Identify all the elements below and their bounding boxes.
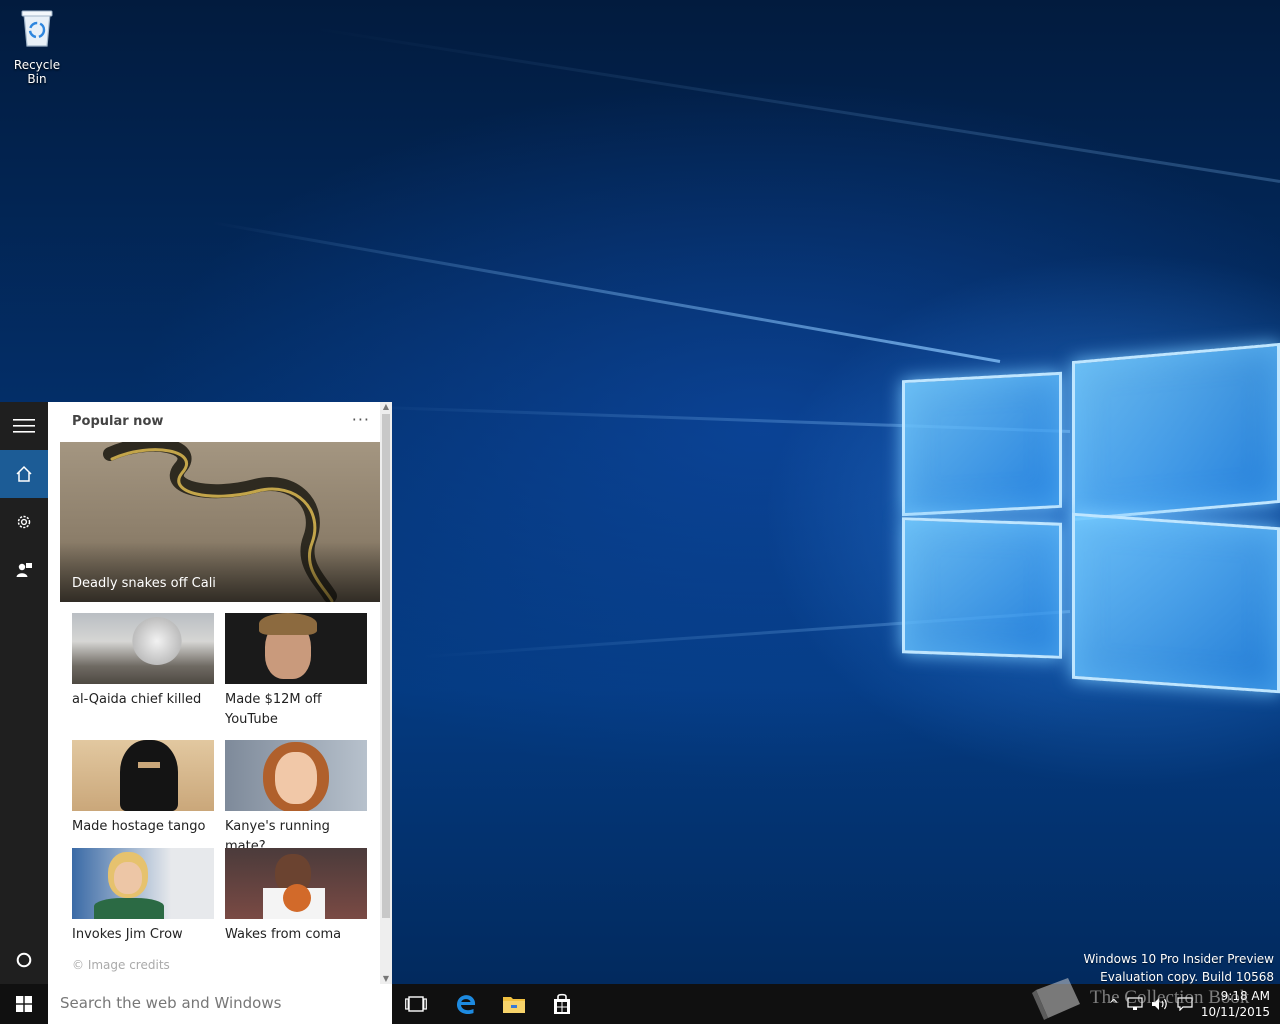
scroll-thumb[interactable] [382,414,390,918]
hamburger-menu-button[interactable] [0,402,48,450]
news-thumbnail [72,848,214,919]
hero-caption: Deadly snakes off Cali [72,576,216,591]
edge-icon [456,995,476,1015]
news-caption: Made $12M off YouTube [225,692,322,727]
recycle-bin-shortcut[interactable]: Recycle Bin [4,8,70,86]
news-tile[interactable]: Made $12M off YouTube [225,613,367,730]
file-explorer-button[interactable] [490,984,538,1024]
cortana-circle-icon [16,952,32,968]
gear-icon [17,515,31,529]
recycle-bin-icon [21,10,53,47]
hero-news-card[interactable]: Deadly snakes off Cali [60,442,380,602]
news-tile[interactable]: Invokes Jim Crow [72,848,214,945]
home-icon [16,465,32,482]
task-view-button[interactable] [392,984,440,1024]
news-thumbnail [72,613,214,684]
news-tile[interactable]: Wakes from coma [225,848,367,945]
search-input[interactable] [48,984,380,1022]
more-options-button[interactable]: ··· [352,410,370,429]
site-watermark: The Collection Book [1030,976,1249,1020]
search-box [48,984,392,1024]
news-thumbnail [225,740,367,811]
news-tile[interactable]: al-Qaida chief killed [72,613,214,710]
news-caption: Made hostage tango [72,819,206,834]
watermark-text: The Collection Book [1090,987,1250,1008]
panel-header: Popular now [72,414,164,429]
watermark-line-1: Windows 10 Pro Insider Preview [1083,952,1274,966]
start-button[interactable] [0,984,48,1024]
news-thumbnail [72,740,214,811]
news-tile[interactable]: Kanye's running mate? [225,740,367,857]
cortana-circle-button[interactable] [0,936,48,984]
hero-shade [60,542,380,602]
cortana-panel: Popular now ··· Deadly snakes off Cali a… [48,402,392,984]
home-button[interactable] [0,450,48,498]
scroll-down-icon[interactable]: ▼ [380,974,392,984]
edge-button[interactable] [442,984,490,1024]
windows-logo-icon [16,996,32,1012]
news-thumbnail [225,848,367,919]
task-view-icon [405,996,427,1012]
news-caption: Invokes Jim Crow [72,927,183,942]
cortana-rail [0,402,48,984]
news-caption: Wakes from coma [225,927,342,942]
news-caption: al-Qaida chief killed [72,692,202,707]
recycle-bin-label: Recycle Bin [13,58,61,86]
store-button[interactable] [538,984,586,1024]
book-icon [1032,978,1080,1020]
scroll-up-icon[interactable]: ▲ [380,402,392,412]
panel-scrollbar[interactable]: ▲ ▼ [380,402,392,984]
feedback-icon [16,563,32,577]
news-tile[interactable]: Made hostage tango [72,740,214,837]
notebook-settings-button[interactable] [0,498,48,546]
image-credits-link[interactable]: © Image credits [72,958,170,972]
file-explorer-icon [503,997,525,1013]
store-icon [554,993,570,1014]
hamburger-icon [13,419,35,433]
news-thumbnail [225,613,367,684]
feedback-button[interactable] [0,546,48,594]
